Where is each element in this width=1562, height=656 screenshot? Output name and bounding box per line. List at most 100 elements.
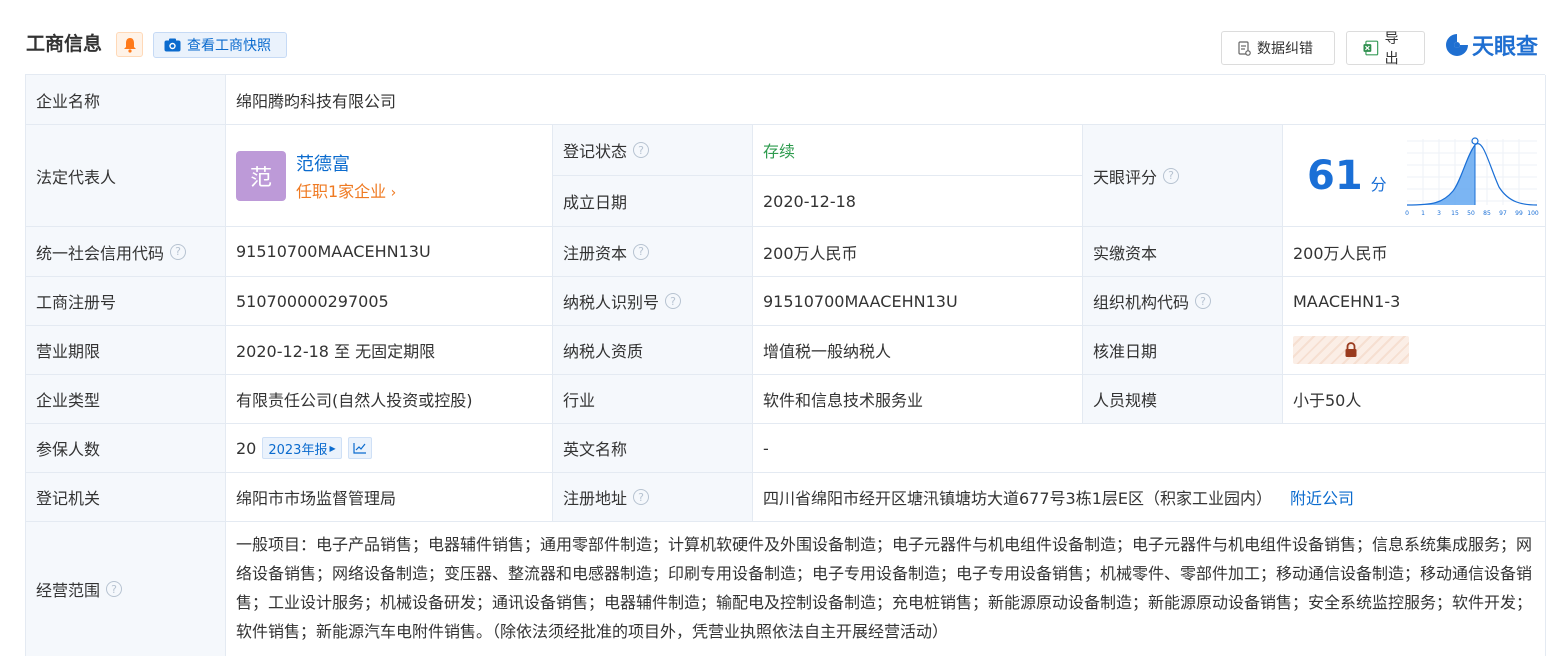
status-label-cell: 登记状态? bbox=[553, 125, 753, 176]
term-cell: 2020-12-18 至 无固定期限 bbox=[226, 326, 553, 375]
score-distribution-chart: 0 1 3 15 50 85 97 99 100 bbox=[1405, 136, 1539, 217]
svg-text:0: 0 bbox=[1405, 210, 1409, 217]
en-name-label: 英文名称 bbox=[563, 440, 628, 459]
term-value: 2020-12-18 至 无固定期限 bbox=[236, 342, 436, 361]
approval-label-cell: 核准日期 bbox=[1083, 326, 1283, 375]
reg-capital-label-cell: 注册资本? bbox=[553, 227, 753, 277]
company-name-label-cell: 企业名称 bbox=[26, 75, 226, 125]
bell-icon bbox=[123, 37, 136, 53]
authority-label: 登记机关 bbox=[36, 489, 101, 508]
score-cell[interactable]: 61 分 0 1 3 15 50 85 97 99 100 bbox=[1283, 125, 1546, 227]
locked-value[interactable] bbox=[1293, 336, 1409, 364]
excel-icon bbox=[1363, 40, 1379, 56]
legal-rep-companies-link[interactable]: 任职1家企业 › bbox=[296, 178, 396, 202]
type-value: 有限责任公司(自然人投资或控股) bbox=[236, 391, 473, 410]
taxpayer-id-value: 91510700MAACEHN13U bbox=[763, 291, 958, 311]
founded-label: 成立日期 bbox=[563, 193, 628, 212]
avatar: 范 bbox=[236, 150, 286, 201]
nearby-companies-link[interactable]: 附近公司 bbox=[1290, 485, 1354, 509]
logo-mark-icon bbox=[1446, 34, 1468, 56]
svg-text:97: 97 bbox=[1499, 210, 1507, 217]
authority-value: 绵阳市市场监督管理局 bbox=[236, 489, 397, 508]
credit-code-cell: 91510700MAACEHN13U bbox=[226, 227, 553, 277]
score-label: 天眼评分 bbox=[1093, 167, 1158, 187]
industry-value: 软件和信息技术服务业 bbox=[763, 391, 924, 410]
question-icon[interactable]: ? bbox=[1163, 167, 1180, 184]
status-cell: 存续 bbox=[753, 125, 1083, 176]
view-snapshot-button[interactable]: 查看工商快照 bbox=[153, 32, 287, 58]
svg-text:15: 15 bbox=[1451, 210, 1459, 217]
address-cell: 四川省绵阳市经开区塘汛镇塘坊大道677号3栋1层E区（积家工业园内） 附近公司 bbox=[753, 473, 1546, 522]
paid-capital-value: 200万人民币 bbox=[1293, 243, 1388, 263]
business-info-table: 企业名称 绵阳腾昀科技有限公司 法定代表人 范 范德富 任职1家企业 › 登记状… bbox=[25, 74, 1546, 656]
staff-value: 小于50人 bbox=[1293, 391, 1362, 410]
view-snapshot-label: 查看工商快照 bbox=[187, 38, 271, 54]
score-axis-labels: 0 1 3 15 50 85 97 99 100 bbox=[1405, 210, 1539, 217]
status-value: 存续 bbox=[763, 142, 796, 161]
question-icon[interactable]: ? bbox=[1195, 293, 1212, 309]
founded-value: 2020-12-18 bbox=[763, 191, 856, 211]
company-name-cell: 绵阳腾昀科技有限公司 bbox=[226, 75, 1546, 125]
industry-label-cell: 行业 bbox=[553, 375, 753, 424]
question-icon[interactable]: ? bbox=[106, 581, 123, 597]
question-icon[interactable]: ? bbox=[665, 293, 682, 309]
status-label: 登记状态 bbox=[563, 142, 628, 161]
annual-report-label: 2023年报 bbox=[268, 442, 328, 458]
question-icon[interactable]: ? bbox=[633, 489, 650, 505]
svg-text:100: 100 bbox=[1527, 210, 1539, 217]
staff-label-cell: 人员规模 bbox=[1083, 375, 1283, 424]
tax-qual-label: 纳税人资质 bbox=[563, 342, 644, 361]
scope-value: 一般项目：电子产品销售；电器辅件销售；通用零部件制造；计算机软硬件及外围设备制造… bbox=[236, 535, 1533, 641]
type-label: 企业类型 bbox=[36, 391, 101, 410]
bell-button[interactable] bbox=[116, 32, 143, 57]
reg-no-cell: 510700000297005 bbox=[226, 277, 553, 326]
legal-rep-companies-text: 任职1家企业 bbox=[296, 181, 387, 201]
type-label-cell: 企业类型 bbox=[26, 375, 226, 424]
export-button[interactable]: 导出 bbox=[1346, 31, 1425, 67]
score-value: 61 bbox=[1307, 152, 1363, 199]
company-name-label: 企业名称 bbox=[36, 91, 101, 111]
insured-label: 参保人数 bbox=[36, 440, 101, 459]
staff-cell: 小于50人 bbox=[1283, 375, 1546, 424]
insured-label-cell: 参保人数 bbox=[26, 424, 226, 473]
question-icon[interactable]: ? bbox=[633, 142, 650, 158]
paid-capital-cell: 200万人民币 bbox=[1283, 227, 1546, 277]
approval-label: 核准日期 bbox=[1093, 342, 1158, 361]
reg-capital-label: 注册资本 bbox=[563, 243, 628, 263]
score-unit: 分 bbox=[1370, 174, 1387, 194]
tianyancha-logo: 天眼查 bbox=[1444, 31, 1539, 60]
camera-icon bbox=[164, 38, 181, 52]
annual-report-tag[interactable]: 2023年报 ▶ bbox=[262, 437, 342, 459]
data-correction-button[interactable]: 数据纠错 bbox=[1221, 31, 1335, 65]
reg-no-label-cell: 工商注册号 bbox=[26, 277, 226, 326]
industry-label: 行业 bbox=[563, 391, 596, 410]
en-name-cell: - bbox=[753, 424, 1546, 473]
reg-no-value: 510700000297005 bbox=[236, 291, 389, 311]
tax-qual-value: 增值税一般纳税人 bbox=[763, 342, 892, 361]
taxpayer-id-label-cell: 纳税人识别号? bbox=[553, 277, 753, 326]
trend-chart-button[interactable] bbox=[347, 437, 372, 459]
credit-code-label: 统一社会信用代码 bbox=[36, 243, 165, 263]
document-icon bbox=[1238, 40, 1251, 56]
reg-capital-cell: 200万人民币 bbox=[753, 227, 1083, 277]
tax-qual-cell: 增值税一般纳税人 bbox=[753, 326, 1083, 375]
svg-text:85: 85 bbox=[1483, 210, 1491, 217]
question-icon[interactable]: ? bbox=[170, 243, 187, 260]
credit-code-label-cell: 统一社会信用代码? bbox=[26, 227, 226, 277]
company-name: 绵阳腾昀科技有限公司 bbox=[236, 91, 397, 111]
taxpayer-id-label: 纳税人识别号 bbox=[563, 293, 660, 312]
legal-rep-name-link[interactable]: 范德富 bbox=[296, 150, 396, 176]
legal-rep-label-cell: 法定代表人 bbox=[26, 125, 226, 227]
section-header: 工商信息 查看工商快照 数据纠错 导出 天眼查 bbox=[0, 0, 1562, 74]
reg-no-label: 工商注册号 bbox=[36, 293, 117, 312]
type-cell: 有限责任公司(自然人投资或控股) bbox=[226, 375, 553, 424]
address-label: 注册地址 bbox=[563, 489, 628, 508]
term-label-cell: 营业期限 bbox=[26, 326, 226, 375]
address-value: 四川省绵阳市经开区塘汛镇塘坊大道677号3栋1层E区（积家工业园内） bbox=[763, 489, 1273, 508]
scope-label: 经营范围 bbox=[36, 581, 101, 600]
question-icon[interactable]: ? bbox=[633, 243, 650, 260]
tax-qual-label-cell: 纳税人资质 bbox=[553, 326, 753, 375]
trend-chart-icon bbox=[353, 443, 366, 454]
logo-text: 天眼查 bbox=[1472, 35, 1539, 60]
taxpayer-id-cell: 91510700MAACEHN13U bbox=[753, 277, 1083, 326]
